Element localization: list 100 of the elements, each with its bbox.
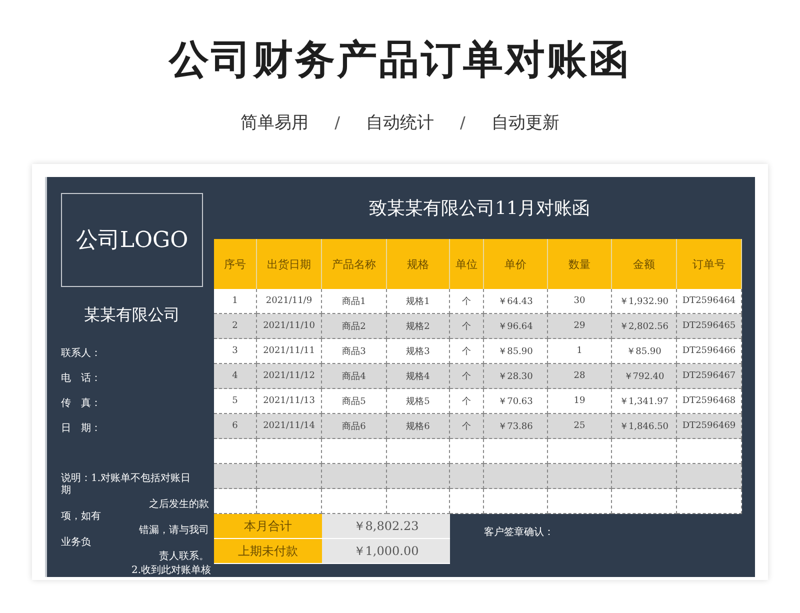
column-header: 规格 (387, 239, 450, 289)
table-cell: 个 (450, 414, 484, 439)
table-cell (484, 439, 548, 464)
note-line: 错漏，请与我司 (138, 525, 210, 537)
company-name: 某某有限公司 (83, 305, 181, 326)
table-cell (322, 464, 387, 489)
table-cell: 28 (548, 364, 612, 389)
statement-heading: 致某某有限公司11月对账函 (368, 197, 591, 221)
table-cell: ￥64.43 (484, 289, 548, 314)
table-cell: 个 (450, 364, 484, 389)
table-cell: ￥1,846.50 (612, 414, 677, 439)
table-cell: 2021/11/11 (257, 339, 322, 364)
table-cell: 2021/11/10 (257, 314, 322, 339)
table-cell: ￥792.40 (612, 364, 677, 389)
note-line: 之后发生的款 (148, 499, 210, 511)
column-header: 序号 (214, 239, 257, 289)
table-cell (450, 439, 484, 464)
table-cell: 5 (214, 389, 257, 414)
table-cell: ￥1,932.90 (612, 289, 677, 314)
column-header: 订单号 (677, 239, 742, 289)
table-cell (257, 464, 322, 489)
contact-label: 传 真： (61, 396, 102, 410)
table-cell: DT2596467 (677, 364, 742, 389)
table-cell: 商品2 (322, 314, 387, 339)
table-cell (612, 464, 677, 489)
table-cell: DT2596468 (677, 389, 742, 414)
table-cell (257, 439, 322, 464)
note-line: 责人联系。 (158, 551, 210, 563)
table-cell: 2021/11/13 (257, 389, 322, 414)
table-cell: 商品1 (322, 289, 387, 314)
note-line: 期 (61, 485, 72, 497)
table-cell: ￥1,341.97 (612, 389, 677, 414)
column-header: 单位 (450, 239, 484, 289)
table-cell: 个 (450, 314, 484, 339)
column-header: 数量 (548, 239, 612, 289)
table-cell: 19 (548, 389, 612, 414)
summary-label: 本月合计 (214, 514, 322, 539)
table-cell: 个 (450, 339, 484, 364)
table-cell: 30 (548, 289, 612, 314)
table-cell (387, 439, 450, 464)
feature-tag: 简单易用 (240, 110, 309, 134)
summary-value: ￥8,802.23 (322, 514, 450, 539)
note-line: 2.收到此对账单核 (130, 565, 211, 577)
table-cell: 1 (214, 289, 257, 314)
table-cell: 商品4 (322, 364, 387, 389)
column-header: 单价 (484, 239, 548, 289)
table-cell (257, 489, 322, 514)
table-cell: 1 (548, 339, 612, 364)
table-cell: 规格4 (387, 364, 450, 389)
feature-tag: 自动更新 (491, 110, 560, 134)
column-header: 产品名称 (322, 239, 387, 289)
contact-label: 日 期： (61, 422, 102, 435)
table-cell: ￥85.90 (612, 339, 677, 364)
table-cell: DT2596466 (677, 339, 742, 364)
logo-text: 公司LOGO (76, 227, 188, 255)
table-cell: DT2596469 (677, 414, 742, 439)
table-cell (548, 464, 612, 489)
table-cell (387, 464, 450, 489)
separator: / (334, 112, 340, 132)
table-cell: 规格2 (387, 314, 450, 339)
table-cell: DT2596464 (677, 289, 742, 314)
table-cell (322, 489, 387, 514)
contact-label: 联系人： (61, 346, 102, 360)
separator: / (460, 112, 466, 132)
column-header: 金额 (612, 239, 677, 289)
note-line: 项，如有 (61, 511, 102, 523)
table-cell: 规格6 (387, 414, 450, 439)
table-cell: 2021/11/14 (257, 414, 322, 439)
column-header: 出货日期 (257, 239, 322, 289)
table-cell (450, 489, 484, 514)
table-cell: 2021/11/9 (257, 289, 322, 314)
table-cell (387, 489, 450, 514)
table-cell (677, 489, 742, 514)
table-cell (612, 439, 677, 464)
table-cell: DT2596465 (677, 314, 742, 339)
table-cell: ￥2,802.56 (612, 314, 677, 339)
table-cell: 25 (548, 414, 612, 439)
table-cell: 3 (214, 339, 257, 364)
table-cell (214, 489, 257, 514)
table-cell: 商品6 (322, 414, 387, 439)
signature-label: 客户签章确认： (484, 527, 554, 538)
note-line: 说明：1.对账单不包括对账日 (61, 473, 192, 484)
table-cell: ￥96.64 (484, 314, 548, 339)
table-cell: 个 (450, 289, 484, 314)
table-cell: ￥73.86 (484, 414, 548, 439)
table-cell (214, 464, 257, 489)
note-line: 业务负 (61, 537, 92, 549)
table-cell (548, 489, 612, 514)
table-cell: 商品3 (322, 339, 387, 364)
table-cell: 2021/11/12 (257, 364, 322, 389)
table-cell: ￥70.63 (484, 389, 548, 414)
summary-value: ￥1,000.00 (322, 539, 450, 564)
table-cell: ￥28.30 (484, 364, 548, 389)
table-cell: 规格3 (387, 339, 450, 364)
table-cell: 29 (548, 314, 612, 339)
contact-label: 电 话： (61, 372, 102, 385)
table-cell: 6 (214, 414, 257, 439)
table-cell: 规格5 (387, 389, 450, 414)
table-cell (484, 464, 548, 489)
table-cell (612, 489, 677, 514)
